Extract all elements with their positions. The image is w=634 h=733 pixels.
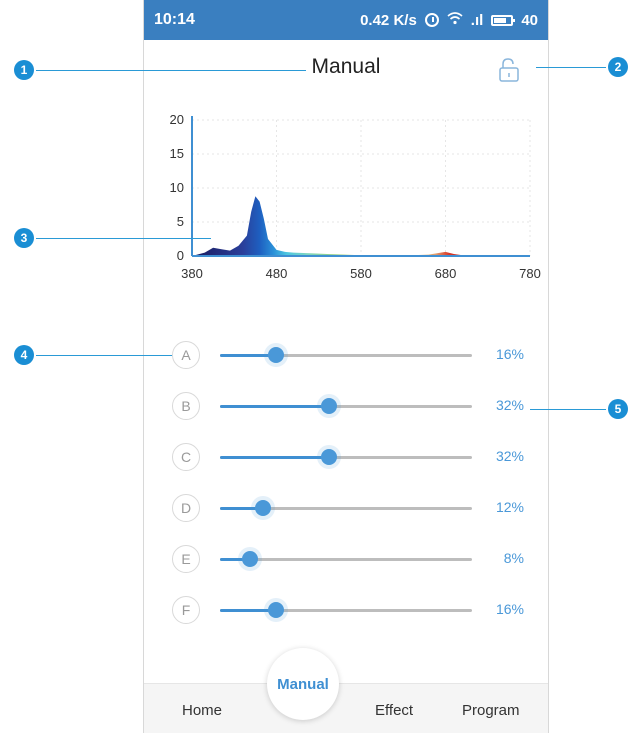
callout-badge-4: 4 <box>14 345 34 365</box>
status-bar: 10:14 0.42 K/s .ıl 40 <box>144 0 548 40</box>
x-tick-label: 580 <box>350 266 372 281</box>
status-time: 10:14 <box>154 11 195 28</box>
channel-row-d: D 12% <box>144 488 548 528</box>
channel-label: E <box>172 545 200 573</box>
network-speed: 0.42 K/s <box>360 11 417 29</box>
channel-slider-track[interactable] <box>220 500 472 516</box>
channel-percent: 8% <box>503 550 524 566</box>
y-tick-label: 0 <box>177 248 184 263</box>
y-tick-label: 10 <box>170 180 184 195</box>
unlock-icon[interactable] <box>498 58 520 82</box>
channel-label: D <box>172 494 200 522</box>
callout-line-3 <box>36 238 211 239</box>
channel-slider-thumb[interactable] <box>242 551 259 567</box>
channel-slider-thumb[interactable] <box>268 347 285 363</box>
signal-icon: .ıl <box>470 11 484 29</box>
callout-line-4 <box>36 355 172 356</box>
channel-slider-track[interactable] <box>220 449 472 465</box>
callout-badge-2: 2 <box>608 57 628 77</box>
channel-row-f: F 16% <box>144 590 548 630</box>
alarm-clock-icon <box>424 13 439 27</box>
wifi-icon <box>447 11 463 29</box>
y-tick-label: 15 <box>170 146 184 161</box>
channel-percent: 32% <box>495 397 524 413</box>
status-icons: 0.42 K/s .ıl 40 <box>360 12 538 29</box>
callout-line-2 <box>536 67 606 68</box>
channel-slider-fill <box>220 405 329 408</box>
callout-line-5 <box>530 409 606 410</box>
spectrum-chart: 20 15 10 5 0 380 480 580 680 780 <box>170 112 541 281</box>
callout-badge-1: 1 <box>14 60 34 80</box>
channel-slider-track[interactable] <box>220 551 472 567</box>
y-tick-label: 20 <box>170 112 184 127</box>
nav-program[interactable]: Program <box>462 702 520 719</box>
channel-row-b: B 32% <box>144 386 548 426</box>
callout-badge-3: 3 <box>14 228 34 248</box>
channel-slider-track[interactable] <box>220 602 472 618</box>
channel-row-e: E 8% <box>144 539 548 579</box>
y-tick-label: 5 <box>177 214 184 229</box>
channel-slider-thumb[interactable] <box>320 449 337 465</box>
nav-home[interactable]: Home <box>182 702 222 719</box>
channel-slider-fill <box>220 456 329 459</box>
channel-label: A <box>172 341 200 369</box>
channel-label: B <box>172 392 200 420</box>
channel-label: C <box>172 443 200 471</box>
channel-slider-thumb[interactable] <box>268 602 285 618</box>
channel-percent: 32% <box>495 448 524 464</box>
channel-percent: 16% <box>495 346 524 362</box>
channel-row-a: A 16% <box>144 335 548 375</box>
bottom-nav: Home Effect Program <box>144 683 548 733</box>
channel-label: F <box>172 596 200 624</box>
phone-screen: 10:14 0.42 K/s .ıl 40 Manual 20 15 10 5 0 380… <box>144 0 548 733</box>
callout-badge-5: 5 <box>608 399 628 419</box>
channel-percent: 16% <box>495 601 524 617</box>
x-tick-label: 680 <box>435 266 457 281</box>
x-tick-label: 480 <box>266 266 288 281</box>
nav-manual[interactable]: Manual <box>267 648 339 720</box>
channel-slider-track[interactable] <box>220 398 472 414</box>
nav-effect[interactable]: Effect <box>375 702 413 719</box>
page-title: Manual <box>311 55 381 78</box>
x-tick-label: 780 <box>519 266 541 281</box>
channel-percent: 12% <box>495 499 524 515</box>
channel-slider-track[interactable] <box>220 347 472 363</box>
callout-line-1 <box>36 70 306 71</box>
channel-slider-thumb[interactable] <box>320 398 337 414</box>
x-tick-label: 380 <box>181 266 203 281</box>
battery-icon <box>491 14 516 26</box>
channel-row-c: C 32% <box>144 437 548 477</box>
channel-slider-thumb[interactable] <box>255 500 272 516</box>
battery-level: 40 <box>521 11 538 29</box>
